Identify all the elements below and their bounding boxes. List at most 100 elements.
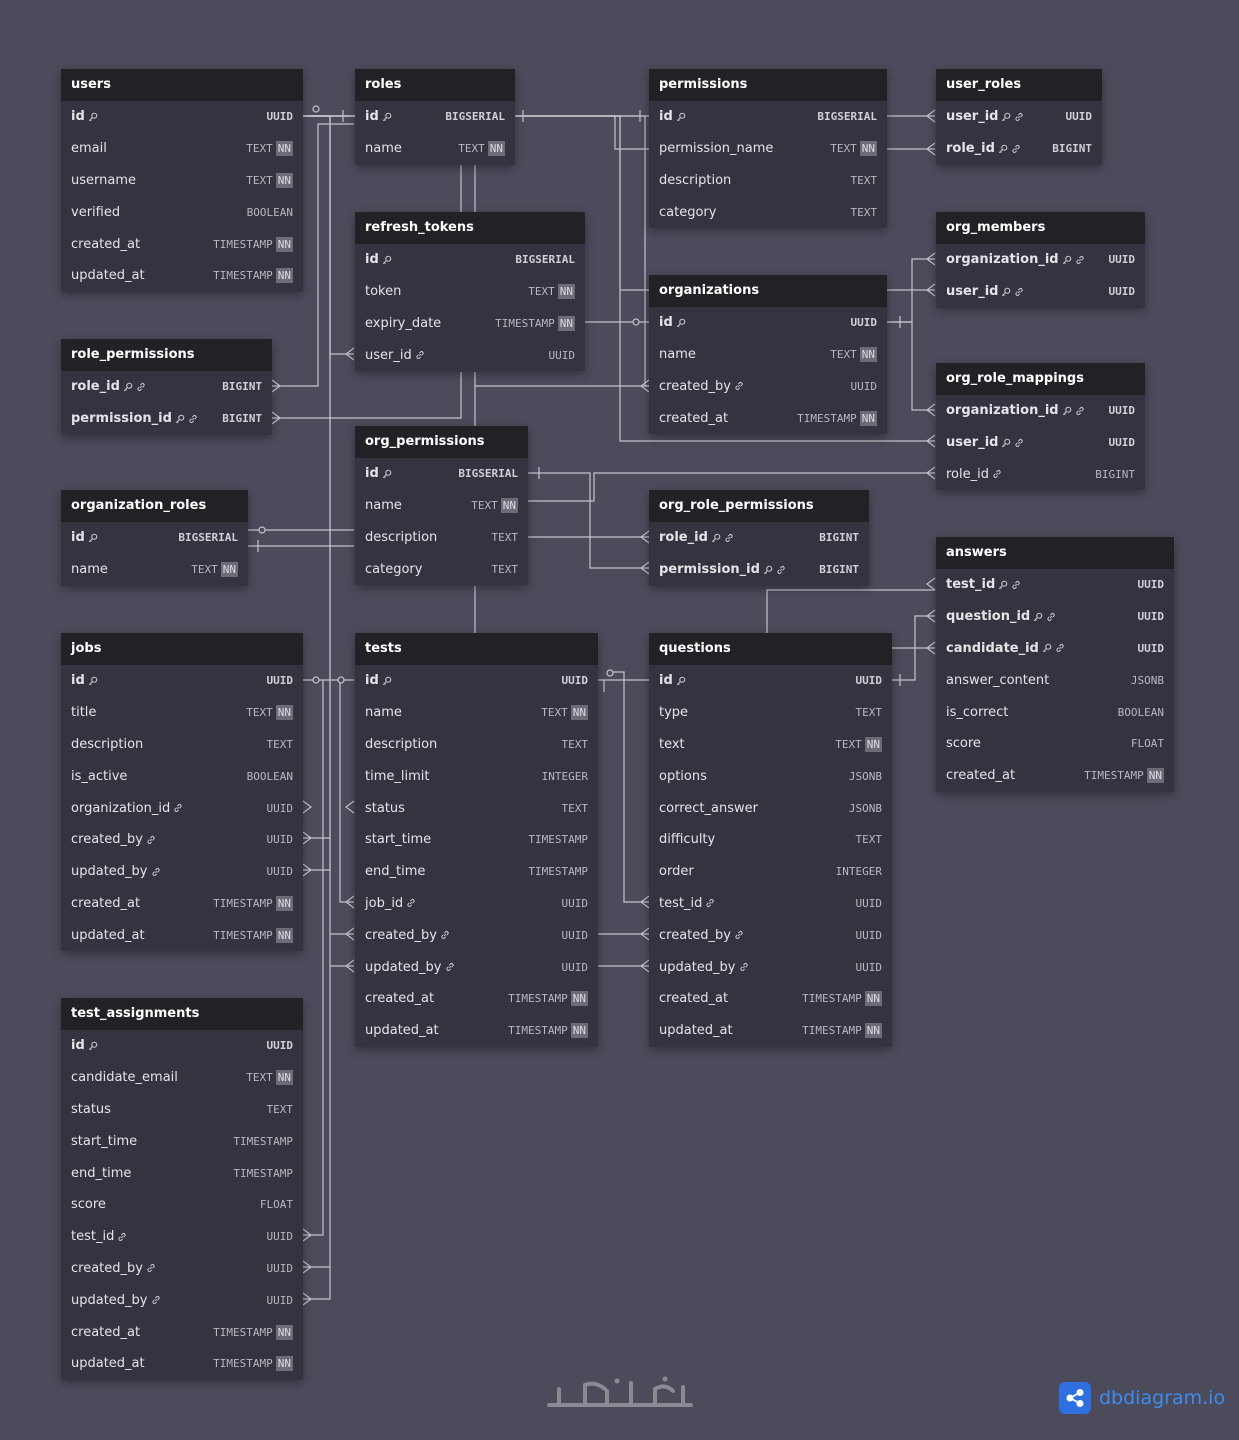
field-row[interactable]: created_at TIMESTAMP NN xyxy=(61,228,303,260)
table-header[interactable]: permissions xyxy=(649,69,887,101)
field-row[interactable]: user_id UUID xyxy=(355,339,585,371)
field-row[interactable]: candidate_email TEXT NN xyxy=(61,1062,303,1094)
table-header[interactable]: role_permissions xyxy=(61,339,272,371)
field-row[interactable]: is_active BOOLEAN xyxy=(61,760,303,792)
field-row[interactable]: updated_at TIMESTAMP NN xyxy=(61,1348,303,1380)
field-row[interactable]: order INTEGER xyxy=(649,856,892,888)
field-row[interactable]: score FLOAT xyxy=(936,728,1174,760)
field-row[interactable]: id BIGSERIAL xyxy=(355,244,585,276)
field-row[interactable]: id BIGSERIAL xyxy=(649,101,887,133)
field-row[interactable]: test_id UUID xyxy=(936,569,1174,601)
field-row[interactable]: job_id UUID xyxy=(355,888,598,920)
field-row[interactable]: updated_by UUID xyxy=(61,856,303,888)
field-row[interactable]: id UUID xyxy=(355,665,598,697)
field-row[interactable]: updated_at TIMESTAMP NN xyxy=(649,1015,892,1047)
field-row[interactable]: type TEXT xyxy=(649,697,892,729)
field-row[interactable]: id UUID xyxy=(61,101,303,133)
field-row[interactable]: id UUID xyxy=(61,665,303,697)
field-row[interactable]: created_by UUID xyxy=(355,919,598,951)
table-header[interactable]: org_role_mappings xyxy=(936,363,1145,395)
field-row[interactable]: verified BOOLEAN xyxy=(61,196,303,228)
field-row[interactable]: id UUID xyxy=(61,1030,303,1062)
field-row[interactable]: id BIGSERIAL xyxy=(61,522,248,554)
field-row[interactable]: user_id UUID xyxy=(936,427,1145,459)
field-row[interactable]: description TEXT xyxy=(649,165,887,197)
table-header[interactable]: org_role_permissions xyxy=(649,490,869,522)
field-row[interactable]: email TEXT NN xyxy=(61,133,303,165)
field-row[interactable]: updated_at TIMESTAMP NN xyxy=(61,919,303,951)
field-row[interactable]: name TEXT NN xyxy=(355,697,598,729)
field-row[interactable]: updated_at TIMESTAMP NN xyxy=(61,260,303,292)
field-row[interactable]: description TEXT xyxy=(61,729,303,761)
table-header[interactable]: users xyxy=(61,69,303,101)
table-header[interactable]: jobs xyxy=(61,633,303,665)
field-row[interactable]: user_id UUID xyxy=(936,101,1102,133)
field-row[interactable]: created_by UUID xyxy=(61,1253,303,1285)
field-row[interactable]: difficulty TEXT xyxy=(649,824,892,856)
field-row[interactable]: status TEXT xyxy=(355,792,598,824)
field-row[interactable]: created_by UUID xyxy=(649,919,892,951)
field-row[interactable]: end_time TIMESTAMP xyxy=(61,1157,303,1189)
table-header[interactable]: organization_roles xyxy=(61,490,248,522)
field-row[interactable]: updated_at TIMESTAMP NN xyxy=(355,1015,598,1047)
field-row[interactable]: test_id UUID xyxy=(61,1221,303,1253)
field-row[interactable]: score FLOAT xyxy=(61,1189,303,1221)
field-row[interactable]: created_by UUID xyxy=(61,824,303,856)
field-row[interactable]: name TEXT NN xyxy=(355,133,515,165)
table-header[interactable]: user_roles xyxy=(936,69,1102,101)
field-row[interactable]: start_time TIMESTAMP xyxy=(61,1125,303,1157)
field-row[interactable]: id UUID xyxy=(649,665,892,697)
field-row[interactable]: end_time TIMESTAMP xyxy=(355,856,598,888)
field-row[interactable]: test_id UUID xyxy=(649,888,892,920)
field-row[interactable]: time_limit INTEGER xyxy=(355,760,598,792)
field-row[interactable]: correct_answer JSONB xyxy=(649,792,892,824)
field-row[interactable]: permission_name TEXT NN xyxy=(649,133,887,165)
field-row[interactable]: description TEXT xyxy=(355,522,528,554)
field-row[interactable]: is_correct BOOLEAN xyxy=(936,696,1174,728)
field-row[interactable]: title TEXT NN xyxy=(61,697,303,729)
field-row[interactable]: question_id UUID xyxy=(936,601,1174,633)
field-row[interactable]: name TEXT NN xyxy=(61,554,248,586)
table-header[interactable]: org_members xyxy=(936,212,1145,244)
table-header[interactable]: tests xyxy=(355,633,598,665)
field-row[interactable]: expiry_date TIMESTAMP NN xyxy=(355,308,585,340)
field-row[interactable]: answer_content JSONB xyxy=(936,664,1174,696)
field-row[interactable]: id BIGSERIAL xyxy=(355,101,515,133)
field-row[interactable]: created_at TIMESTAMP NN xyxy=(61,888,303,920)
dbdiagram-brand[interactable]: dbdiagram.io xyxy=(1059,1382,1225,1414)
field-row[interactable]: permission_id BIGINT xyxy=(649,554,869,586)
field-row[interactable]: id BIGSERIAL xyxy=(355,458,528,490)
table-header[interactable]: roles xyxy=(355,69,515,101)
field-row[interactable]: description TEXT xyxy=(355,729,598,761)
field-row[interactable]: organization_id UUID xyxy=(61,792,303,824)
field-row[interactable]: user_id UUID xyxy=(936,276,1145,308)
field-row[interactable]: candidate_id UUID xyxy=(936,633,1174,665)
field-row[interactable]: options JSONB xyxy=(649,760,892,792)
field-row[interactable]: role_id BIGINT xyxy=(936,459,1145,491)
field-row[interactable]: start_time TIMESTAMP xyxy=(355,824,598,856)
field-row[interactable]: token TEXT NN xyxy=(355,276,585,308)
field-row[interactable]: created_at TIMESTAMP NN xyxy=(61,1316,303,1348)
field-row[interactable]: role_id BIGINT xyxy=(649,522,869,554)
field-row[interactable]: text TEXT NN xyxy=(649,729,892,761)
table-header[interactable]: questions xyxy=(649,633,892,665)
field-row[interactable]: category TEXT xyxy=(649,196,887,228)
field-row[interactable]: created_at TIMESTAMP NN xyxy=(936,760,1174,792)
field-row[interactable]: category TEXT xyxy=(355,553,528,585)
field-row[interactable]: updated_by UUID xyxy=(61,1284,303,1316)
field-row[interactable]: organization_id UUID xyxy=(936,395,1145,427)
field-row[interactable]: updated_by UUID xyxy=(649,951,892,983)
table-header[interactable]: refresh_tokens xyxy=(355,212,585,244)
table-header[interactable]: organizations xyxy=(649,275,887,307)
field-row[interactable]: updated_by UUID xyxy=(355,951,598,983)
table-header[interactable]: answers xyxy=(936,537,1174,569)
field-row[interactable]: username TEXT NN xyxy=(61,165,303,197)
field-row[interactable]: id UUID xyxy=(649,307,887,339)
field-row[interactable]: created_at TIMESTAMP NN xyxy=(649,983,892,1015)
field-row[interactable]: created_at TIMESTAMP NN xyxy=(649,402,887,434)
field-row[interactable]: name TEXT NN xyxy=(649,339,887,371)
field-row[interactable]: name TEXT NN xyxy=(355,490,528,522)
field-row[interactable]: status TEXT xyxy=(61,1094,303,1126)
field-row[interactable]: permission_id BIGINT xyxy=(61,403,272,435)
field-row[interactable]: organization_id UUID xyxy=(936,244,1145,276)
